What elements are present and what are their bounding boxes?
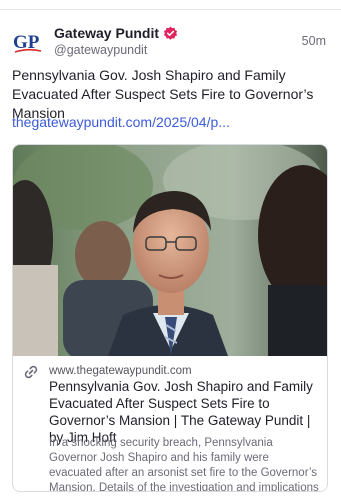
verified-badge-icon [163, 26, 178, 40]
card-description: In a shocking security breach, Pennsylva… [49, 437, 319, 492]
card-meta: www.thegatewaypundit.com Pennsylvania Go… [13, 356, 327, 492]
avatar[interactable]: GP [12, 26, 44, 58]
post-header: GP Gateway Pundit @gatewaypundit 50m [12, 24, 330, 60]
link-icon [24, 365, 38, 379]
link-preview-card[interactable]: www.thegatewaypundit.com Pennsylvania Go… [12, 144, 328, 492]
top-divider [0, 0, 341, 10]
author-handle[interactable]: @gatewaypundit [54, 43, 147, 57]
author-row: Gateway Pundit [54, 24, 178, 42]
post[interactable]: GP Gateway Pundit @gatewaypundit 50m Pen… [0, 10, 341, 500]
card-domain: www.thegatewaypundit.com [49, 365, 192, 377]
post-timestamp[interactable]: 50m [302, 34, 326, 48]
post-link[interactable]: thegatewaypundit.com/2025/04/p... [12, 114, 230, 130]
author-name[interactable]: Gateway Pundit [54, 25, 159, 41]
news-photo-image [13, 145, 327, 356]
